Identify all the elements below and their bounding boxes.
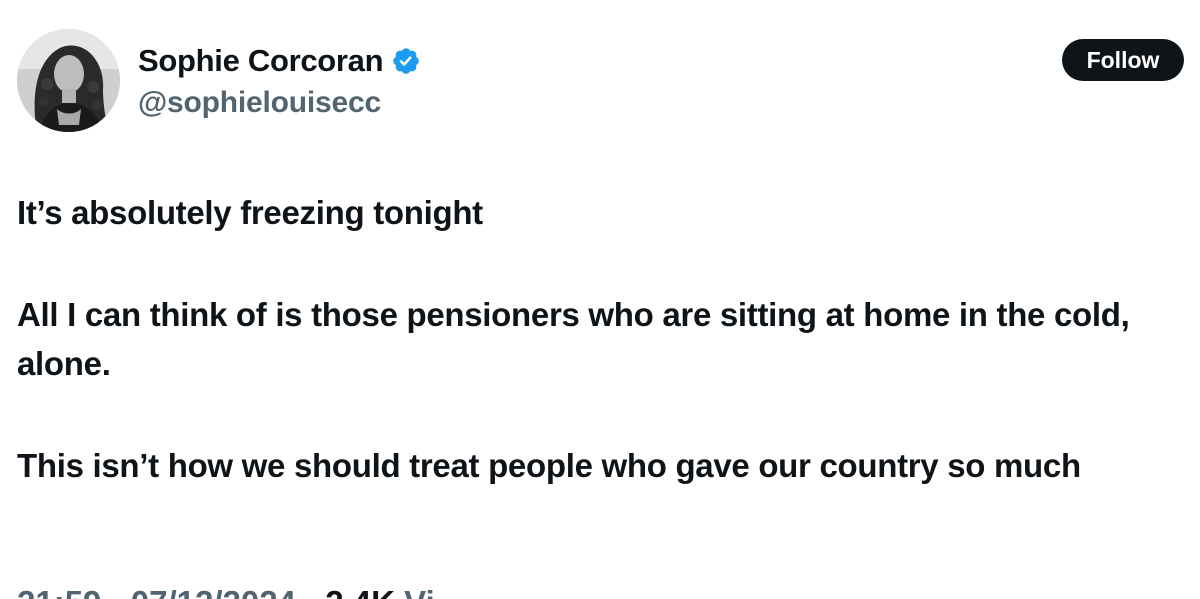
- avatar-photo: [17, 29, 120, 132]
- views-label: Vi: [395, 584, 435, 599]
- tweet-text: It’s absolutely freezing tonight All I c…: [17, 188, 1192, 543]
- verified-badge-icon: [391, 46, 421, 76]
- follow-button[interactable]: Follow: [1062, 39, 1184, 81]
- tweet-paragraph: It’s absolutely freezing tonight: [17, 194, 483, 231]
- meta-separator: ·: [296, 584, 325, 599]
- author-name-row: Sophie Corcoran: [138, 42, 421, 80]
- avatar[interactable]: [17, 29, 120, 132]
- author-handle[interactable]: @sophielouisecc: [138, 84, 381, 122]
- tweet-date[interactable]: 07/12/2024: [131, 584, 296, 599]
- tweet-paragraph: All I can think of is those pensioners w…: [17, 296, 1130, 382]
- author-display-name[interactable]: Sophie Corcoran: [138, 42, 384, 80]
- tweet-card: Sophie Corcoran @sophielouisecc Follow I…: [0, 0, 1200, 599]
- meta-separator: ·: [101, 584, 130, 599]
- views-count: 2.4K: [325, 584, 395, 599]
- tweet-time[interactable]: 21:59: [17, 584, 101, 599]
- tweet-meta: 21:59 · 07/12/2024 · 2.4K Vi: [17, 578, 435, 599]
- tweet-paragraph: This isn’t how we should treat people wh…: [17, 447, 1081, 484]
